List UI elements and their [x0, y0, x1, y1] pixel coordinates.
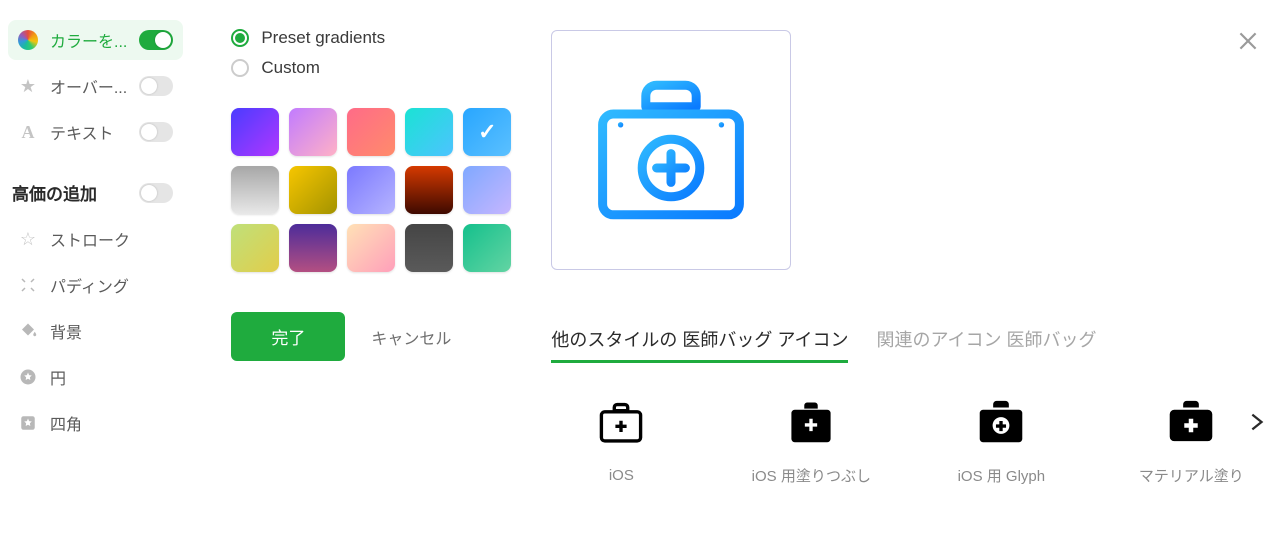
sidebar-item-padding[interactable]: パディング: [8, 265, 183, 305]
star-icon: ★: [18, 76, 38, 96]
swatch-5-selected[interactable]: [463, 108, 511, 156]
styles-row: iOS iOS 用塗りつぶし iOS 用 Glyph マテリアル塗り: [551, 393, 1261, 486]
sidebar-item-label: オーバー...: [50, 74, 127, 98]
sidebar-item-circle[interactable]: 円: [8, 357, 183, 397]
section-heading: 高価の追加: [12, 180, 131, 205]
star-outline-icon: ☆: [18, 229, 38, 249]
gradient-panel: Preset gradients Custom 完了 キャンセル: [191, 0, 521, 549]
radio-icon: [231, 59, 249, 77]
sidebar-item-label: パディング: [50, 273, 173, 297]
medical-bag-material-icon: [1163, 393, 1219, 449]
radio-custom[interactable]: Custom: [231, 58, 511, 78]
radio-label: Custom: [261, 58, 320, 78]
swatch-10[interactable]: [463, 166, 511, 214]
padding-icon: [18, 275, 38, 295]
close-icon[interactable]: [1235, 28, 1263, 56]
style-label: iOS 用塗りつぶし: [752, 465, 871, 486]
swatch-3[interactable]: [347, 108, 395, 156]
swatch-13[interactable]: [347, 224, 395, 272]
next-arrow-icon[interactable]: [1245, 405, 1267, 444]
sidebar-item-label: 背景: [50, 319, 173, 343]
style-item-ios[interactable]: iOS: [551, 395, 691, 484]
medical-bag-outline-icon: [593, 395, 649, 451]
sidebar-item-color[interactable]: カラーを...: [8, 20, 183, 60]
swatch-7[interactable]: [289, 166, 337, 214]
sidebar-item-label: 円: [50, 365, 173, 389]
radio-preset-gradients[interactable]: Preset gradients: [231, 28, 511, 48]
actions-row: 完了 キャンセル: [231, 312, 511, 361]
style-item-material-filled[interactable]: マテリアル塗り: [1121, 393, 1261, 486]
gradient-swatches: [231, 108, 511, 272]
medical-bag-glyph-icon: [973, 393, 1029, 449]
sidebar-item-square[interactable]: 四角: [8, 403, 183, 443]
section-extras-header: 高価の追加: [8, 172, 183, 213]
swatch-6[interactable]: [231, 166, 279, 214]
style-label: iOS 用 Glyph: [958, 465, 1046, 486]
medical-bag-filled-icon: [783, 393, 839, 449]
toggle-text[interactable]: [139, 122, 173, 142]
swatch-2[interactable]: [289, 108, 337, 156]
style-label: iOS: [609, 467, 634, 484]
color-wheel-icon: [18, 30, 38, 50]
square-star-icon: [18, 413, 38, 433]
sidebar-item-label: カラーを...: [50, 28, 127, 52]
radio-icon: [231, 29, 249, 47]
circle-star-icon: [18, 367, 38, 387]
sidebar-item-overlay[interactable]: ★ オーバー...: [8, 66, 183, 106]
swatch-12[interactable]: [289, 224, 337, 272]
toggle-overlay[interactable]: [139, 76, 173, 96]
medical-bag-icon: [581, 60, 761, 240]
done-button[interactable]: 完了: [231, 312, 345, 361]
sidebar-item-label: ストローク: [50, 227, 173, 251]
paint-bucket-icon: [18, 321, 38, 341]
swatch-4[interactable]: [405, 108, 453, 156]
swatch-9[interactable]: [405, 166, 453, 214]
sidebar-item-text[interactable]: A テキスト: [8, 112, 183, 152]
style-label: マテリアル塗り: [1139, 465, 1244, 486]
tab-other-styles[interactable]: 他のスタイルの 医師バッグ アイコン: [551, 326, 848, 363]
swatch-15[interactable]: [463, 224, 511, 272]
sidebar-item-background[interactable]: 背景: [8, 311, 183, 351]
sidebar: カラーを... ★ オーバー... A テキスト 高価の追加 ☆ ストローク パ…: [0, 0, 191, 549]
right-panel: 他のスタイルの 医師バッグ アイコン 関連のアイコン 医師バッグ iOS iOS…: [521, 0, 1280, 549]
sidebar-item-label: テキスト: [50, 120, 127, 144]
style-tabs: 他のスタイルの 医師バッグ アイコン 関連のアイコン 医師バッグ: [551, 326, 1261, 363]
swatch-8[interactable]: [347, 166, 395, 214]
swatch-11[interactable]: [231, 224, 279, 272]
text-icon: A: [18, 122, 38, 142]
swatch-1[interactable]: [231, 108, 279, 156]
sidebar-item-label: 四角: [50, 411, 173, 435]
sidebar-item-stroke[interactable]: ☆ ストローク: [8, 219, 183, 259]
toggle-extras[interactable]: [139, 183, 173, 203]
toggle-color[interactable]: [139, 30, 173, 50]
tab-related-icons[interactable]: 関連のアイコン 医師バッグ: [876, 326, 1096, 363]
style-item-ios-glyph[interactable]: iOS 用 Glyph: [931, 393, 1071, 486]
radio-label: Preset gradients: [261, 28, 385, 48]
icon-preview: [551, 30, 791, 270]
style-item-ios-filled[interactable]: iOS 用塗りつぶし: [741, 393, 881, 486]
cancel-button[interactable]: キャンセル: [371, 325, 451, 349]
swatch-14[interactable]: [405, 224, 453, 272]
